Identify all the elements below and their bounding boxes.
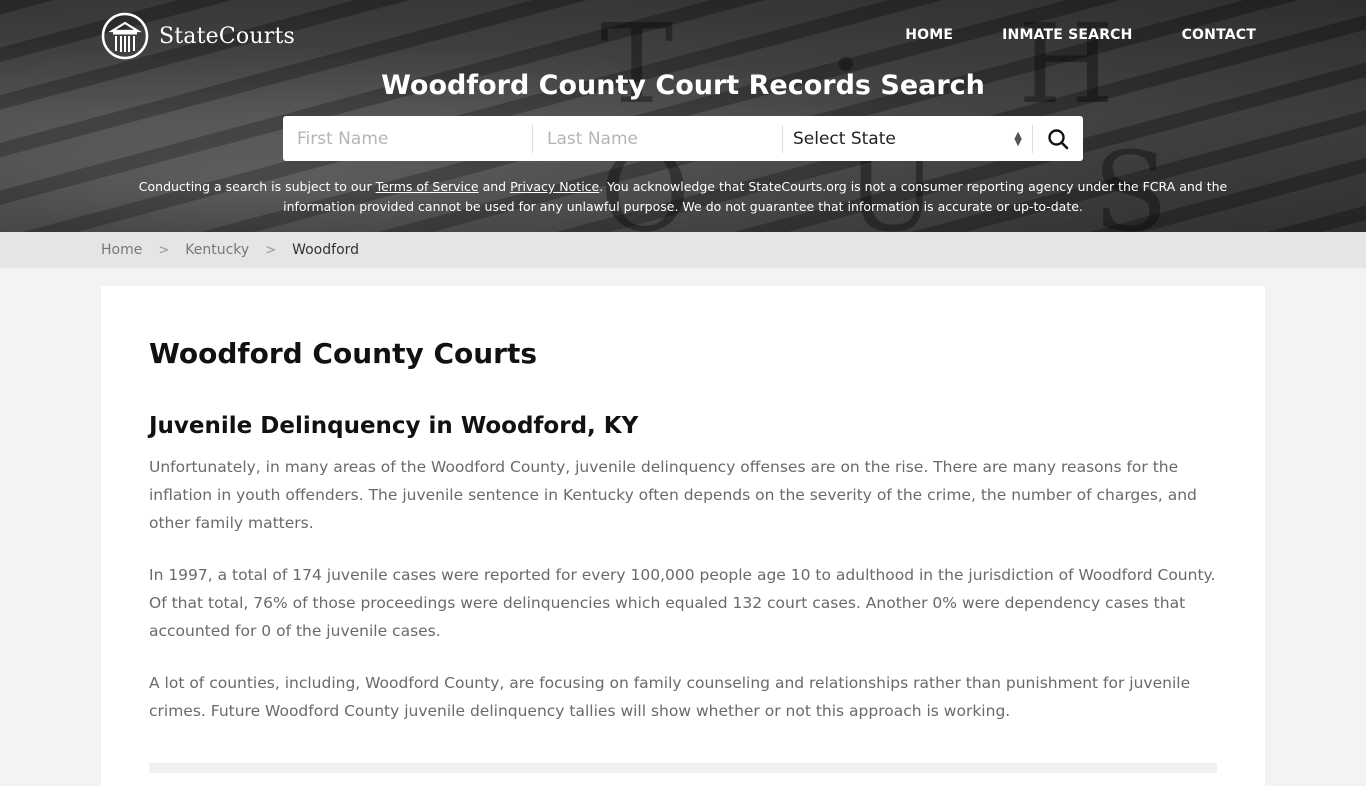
nav-inmate-search[interactable]: INMATE SEARCH xyxy=(1002,27,1132,43)
search-form: Select State ▲▼ xyxy=(283,116,1083,161)
paragraph: In 1997, a total of 174 juvenile cases w… xyxy=(149,566,1216,640)
privacy-notice-link[interactable]: Privacy Notice xyxy=(510,179,599,194)
last-name-field-wrap xyxy=(533,124,783,153)
nav-home[interactable]: HOME xyxy=(905,27,953,43)
chevron-right-icon: > xyxy=(265,242,277,258)
first-name-input[interactable] xyxy=(283,124,530,153)
section-title: Juvenile Delinquency in Woodford, KY xyxy=(149,413,639,439)
nav-contact[interactable]: CONTACT xyxy=(1182,27,1256,43)
next-section-box xyxy=(149,763,1217,773)
first-name-field-wrap xyxy=(283,124,533,153)
paragraph: A lot of counties, including, Woodford C… xyxy=(149,674,1191,720)
search-button[interactable] xyxy=(1033,116,1083,161)
paragraph: Unfortunately, in many areas of the Wood… xyxy=(149,458,1197,532)
search-heading: Woodford County Court Records Search xyxy=(381,70,985,101)
page-title: Woodford County Courts xyxy=(149,337,538,370)
search-disclaimer: Conducting a search is subject to our Te… xyxy=(120,177,1246,217)
state-select[interactable]: Select State ▲ ▼ xyxy=(783,124,1033,153)
hero-banner: T · H O U S E StateCourts HOME INMATE SE… xyxy=(0,0,1366,232)
last-name-input[interactable] xyxy=(533,124,780,153)
state-select-value: Select State xyxy=(793,128,896,149)
breadcrumb-kentucky[interactable]: Kentucky xyxy=(185,242,249,258)
breadcrumb: Home > Kentucky > Woodford xyxy=(0,232,1366,268)
breadcrumb-home[interactable]: Home xyxy=(101,242,142,258)
breadcrumb-current: Woodford xyxy=(292,242,360,258)
disclaimer-text: and xyxy=(478,179,511,194)
content-card: Woodford County Courts Juvenile Delinque… xyxy=(101,286,1265,786)
disclaimer-text: Conducting a search is subject to our xyxy=(138,179,376,194)
search-icon xyxy=(1048,128,1069,149)
courthouse-logo-icon xyxy=(101,12,149,60)
terms-of-service-link[interactable]: Terms of Service xyxy=(376,179,479,194)
logo-text: StateCourts xyxy=(159,23,295,49)
select-arrows-icon: ▲ ▼ xyxy=(1014,129,1022,148)
chevron-right-icon: > xyxy=(158,242,170,258)
logo-link[interactable]: StateCourts xyxy=(101,12,295,60)
main-nav: HOME INMATE SEARCH CONTACT xyxy=(905,27,1256,43)
